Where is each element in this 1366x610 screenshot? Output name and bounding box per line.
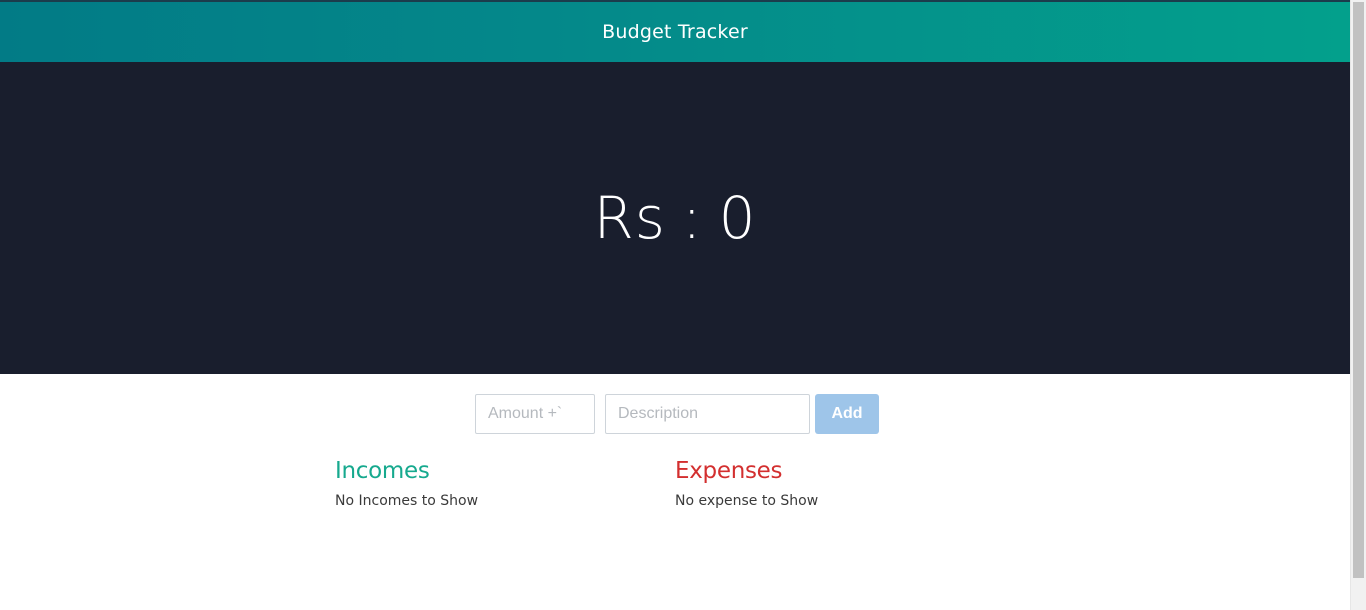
- transaction-form: Add: [475, 394, 879, 434]
- app-title: Budget Tracker: [602, 21, 748, 43]
- balance-panel: Rs : 0: [0, 62, 1350, 374]
- incomes-empty-text: No Incomes to Show: [335, 493, 479, 509]
- expenses-empty-text: No expense to Show: [675, 493, 819, 509]
- expenses-title: Expenses: [675, 458, 783, 484]
- vertical-scrollbar[interactable]: [1350, 0, 1366, 610]
- expenses-column: Expenses No expense to Show: [675, 455, 1015, 509]
- page: Budget Tracker Rs : 0 Add Incomes No Inc…: [0, 0, 1366, 610]
- balance-amount: 0: [718, 184, 757, 252]
- balance-currency: Rs: [593, 184, 667, 252]
- description-input[interactable]: [605, 394, 810, 434]
- scrollbar-thumb[interactable]: [1353, 2, 1364, 578]
- incomes-column: Incomes No Incomes to Show: [335, 455, 675, 509]
- app-header: Budget Tracker: [0, 2, 1350, 62]
- balance-separator: :: [682, 184, 703, 252]
- balance-display: Rs : 0: [594, 184, 757, 252]
- incomes-title: Incomes: [335, 458, 430, 484]
- add-button[interactable]: Add: [815, 394, 879, 434]
- amount-input[interactable]: [475, 394, 595, 434]
- transactions-section: Incomes No Incomes to Show Expenses No e…: [335, 455, 1015, 509]
